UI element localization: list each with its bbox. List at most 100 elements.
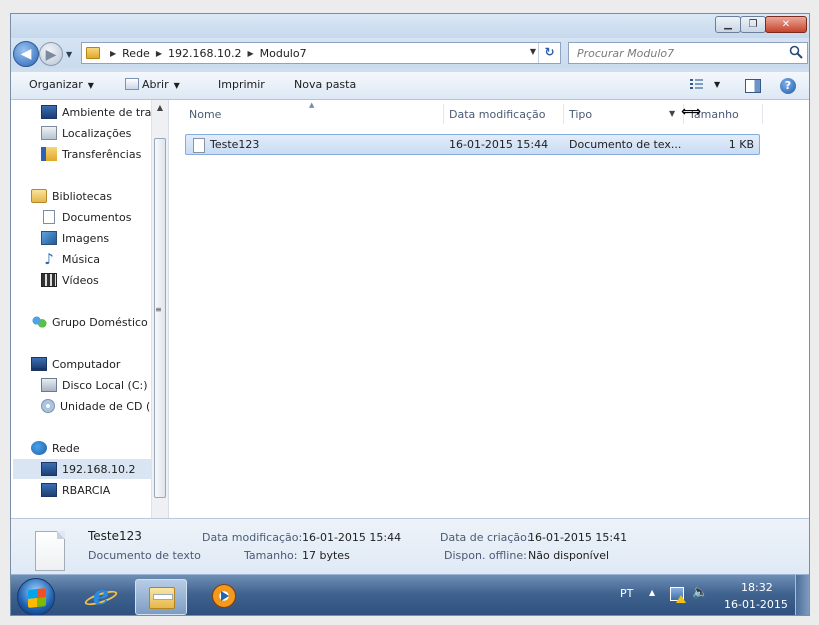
nav-item-locations[interactable]: Localizações xyxy=(41,123,151,143)
nav-item-network[interactable]: Rede xyxy=(31,438,151,458)
maximize-button[interactable]: ❐ xyxy=(740,16,766,33)
start-button[interactable] xyxy=(17,578,55,615)
forward-arrow-icon: ▶ xyxy=(45,47,57,63)
nav-item-libraries[interactable]: Bibliotecas xyxy=(31,186,151,206)
organize-label: Organizar xyxy=(29,78,83,91)
media-player-icon xyxy=(212,584,236,608)
nav-item-computer[interactable]: Computador xyxy=(31,354,151,374)
explorer-window: ▁ ❐ ✕ ◀ ▶ ▼ ▶ Rede ▶ 192.168.10.2 ▶ Modu… xyxy=(10,13,810,616)
details-file-name: Teste123 xyxy=(88,529,142,543)
column-type[interactable]: Tipo xyxy=(569,108,592,121)
organize-button[interactable]: Organizar ▼ xyxy=(29,78,94,91)
nav-item-host-192-168-10-2[interactable]: 192.168.10.2 xyxy=(13,459,151,479)
breadcrumb-rede[interactable]: Rede xyxy=(122,47,150,60)
address-dropdown-icon[interactable]: ▼ xyxy=(530,47,536,56)
notepad-icon xyxy=(125,78,139,90)
details-size-label: Tamanho: xyxy=(244,549,298,562)
music-note-icon: ♪ xyxy=(44,250,54,268)
nav-item-desktop[interactable]: Ambiente de trab xyxy=(41,102,151,122)
address-row: ◀ ▶ ▼ ▶ Rede ▶ 192.168.10.2 ▶ Modulo7 ▼ … xyxy=(11,38,809,68)
view-dropdown-icon[interactable]: ▼ xyxy=(714,80,720,89)
breadcrumb-host[interactable]: 192.168.10.2 xyxy=(168,47,241,60)
nav-scrollbar[interactable]: ▲ ≡ xyxy=(151,100,168,518)
nav-item-downloads[interactable]: Transferências xyxy=(41,144,151,164)
taskbar-windows-explorer[interactable] xyxy=(135,579,187,615)
chevron-down-icon: ▼ xyxy=(87,81,94,90)
back-button[interactable]: ◀ xyxy=(13,41,39,67)
nav-item-videos[interactable]: Vídeos xyxy=(41,270,151,290)
network-folder-icon xyxy=(86,47,100,59)
desktop-icon xyxy=(41,105,57,119)
nav-item-documents[interactable]: Documentos xyxy=(41,207,151,227)
nav-item-cd-drive[interactable]: Unidade de CD (I xyxy=(41,396,151,416)
details-modified-value: 16-01-2015 15:44 xyxy=(302,531,402,544)
show-hidden-icons-icon[interactable]: ▲ xyxy=(649,588,655,597)
preview-pane-icon[interactable] xyxy=(745,79,761,93)
libraries-icon xyxy=(31,189,47,203)
file-type: Documento de tex... xyxy=(569,138,682,151)
open-button[interactable]: Abrir ▼ xyxy=(125,78,180,91)
clock-time[interactable]: 18:32 xyxy=(741,581,773,594)
details-file-kind: Documento de texto xyxy=(88,549,201,562)
nav-item-homegroup[interactable]: Grupo Doméstico xyxy=(31,312,151,332)
details-created-label: Data de criação: xyxy=(440,531,531,544)
nav-item-label: Computador xyxy=(52,357,121,371)
nav-item-local-disk[interactable]: Disco Local (C:) xyxy=(41,375,151,395)
explorer-folder-icon xyxy=(149,587,175,609)
recent-places-icon xyxy=(41,126,57,140)
print-button[interactable]: Imprimir xyxy=(218,78,265,91)
volume-icon[interactable]: 🔈 xyxy=(692,585,708,600)
breadcrumb-separator-icon[interactable]: ▶ xyxy=(247,49,253,58)
search-input[interactable] xyxy=(569,43,779,63)
network-computer-icon xyxy=(41,462,57,476)
column-date-modified[interactable]: Data modificação xyxy=(449,108,545,121)
show-desktop-button[interactable] xyxy=(795,575,809,615)
language-indicator[interactable]: PT xyxy=(620,587,633,600)
column-divider[interactable] xyxy=(762,104,763,124)
nav-item-label: Ambiente de trab xyxy=(62,105,151,119)
scroll-grip-icon: ≡ xyxy=(155,305,162,314)
new-folder-button[interactable]: Nova pasta xyxy=(294,78,356,91)
scrollbar-thumb[interactable] xyxy=(154,138,166,498)
file-name: Teste123 xyxy=(210,138,260,151)
text-file-icon xyxy=(193,138,205,153)
window-controls: ▁ ❐ ✕ xyxy=(715,16,807,33)
column-filter-dropdown-icon[interactable]: ▼ xyxy=(669,109,675,118)
warning-icon xyxy=(676,595,686,603)
column-divider[interactable] xyxy=(443,104,444,124)
nav-item-label: Transferências xyxy=(62,147,142,161)
nav-item-label: Música xyxy=(62,252,101,266)
nav-item-host-rbarcia[interactable]: RBARCIA xyxy=(41,480,151,500)
help-icon[interactable]: ? xyxy=(780,78,796,94)
taskbar: e PT ▲ 🔈 18:32 16-01-2015 xyxy=(11,574,809,615)
view-options-icon xyxy=(690,79,703,89)
clock-date[interactable]: 16-01-2015 xyxy=(724,598,788,611)
refresh-icon[interactable]: ↻ xyxy=(538,43,560,63)
close-button[interactable]: ✕ xyxy=(765,16,807,33)
file-row-teste123[interactable]: Teste123 16-01-2015 15:44 Documento de t… xyxy=(185,134,760,155)
nav-item-music[interactable]: ♪ Música xyxy=(41,249,151,269)
column-divider[interactable] xyxy=(563,104,564,124)
details-offline-value: Não disponível xyxy=(528,549,610,562)
change-view-button[interactable] xyxy=(689,77,705,94)
nav-item-label: 192.168.10.2 xyxy=(62,462,136,476)
address-bar[interactable]: ▶ Rede ▶ 192.168.10.2 ▶ Modulo7 ▼ ↻ xyxy=(81,42,561,64)
title-bar: ▁ ❐ ✕ xyxy=(11,14,809,38)
search-icon[interactable] xyxy=(789,45,803,59)
breadcrumb-folder[interactable]: Modulo7 xyxy=(260,47,307,60)
chevron-down-icon: ▼ xyxy=(173,81,180,90)
nav-item-images[interactable]: Imagens xyxy=(41,228,151,248)
details-created-value: 16-01-2015 15:41 xyxy=(528,531,628,544)
internet-explorer-icon: e xyxy=(92,581,110,611)
cd-drive-icon xyxy=(41,399,55,413)
breadcrumb-separator-icon[interactable]: ▶ xyxy=(110,49,116,58)
forward-button[interactable]: ▶ xyxy=(39,42,63,66)
column-name[interactable]: Nome xyxy=(189,108,221,121)
nav-item-label: Unidade de CD (I xyxy=(60,399,151,413)
minimize-button[interactable]: ▁ xyxy=(715,16,741,33)
play-icon xyxy=(221,591,229,601)
file-list: ▲ Nome Data modificação Tipo ▼ Tamanho ⟺… xyxy=(169,100,809,518)
scroll-up-arrow-icon[interactable]: ▲ xyxy=(152,100,168,116)
breadcrumb-separator-icon[interactable]: ▶ xyxy=(156,49,162,58)
recent-pages-dropdown[interactable]: ▼ xyxy=(66,50,72,59)
